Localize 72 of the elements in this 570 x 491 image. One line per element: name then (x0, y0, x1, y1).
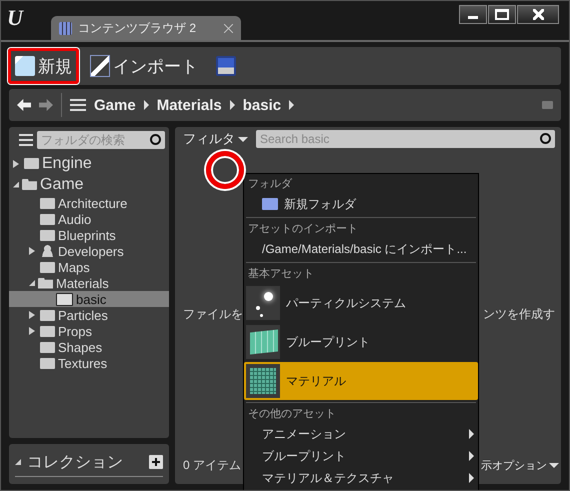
menu-item[interactable]: アニメーション (244, 423, 478, 445)
collections-label: コレクション (27, 452, 124, 472)
menu-item[interactable]: /Game/Materials/basic にインポート... (244, 238, 478, 260)
caret-icon[interactable] (289, 100, 294, 110)
submenu-arrow-icon (469, 429, 474, 439)
folder-item[interactable]: Maps (9, 259, 169, 275)
grid-icon (59, 22, 72, 34)
folder-icon (40, 198, 55, 208)
menu-item[interactable]: ブループリント (244, 323, 478, 361)
folder-search-field[interactable]: フォルダの検索 (37, 131, 165, 149)
folder-icon (40, 230, 55, 240)
view-options-dropdown[interactable]: 示オプション (481, 458, 559, 473)
folder-icon (22, 179, 37, 190)
caret-icon[interactable] (230, 100, 235, 110)
engine-logo: U (7, 5, 23, 31)
folder-item[interactable]: Particles (9, 307, 169, 323)
folder-icon (40, 310, 55, 320)
breadcrumb-link[interactable]: basic (242, 96, 282, 114)
empty-hint-text: ンツを作成す (483, 306, 555, 322)
asset-search-field[interactable]: Search basic (256, 130, 555, 148)
new-folder-icon (262, 198, 278, 210)
import-button[interactable]: インポート (86, 50, 202, 82)
highlight-circle (206, 151, 244, 189)
map-thumbnail-icon (246, 325, 280, 359)
collapsed-arrow-icon[interactable] (29, 247, 35, 255)
folder-item[interactable]: Engine (9, 153, 169, 174)
empty-hint-text: ファイルを (183, 306, 243, 322)
caret-icon[interactable] (144, 100, 149, 110)
folder-item[interactable]: Architecture (9, 195, 169, 211)
menu-item[interactable]: パーティクルシステム (244, 284, 478, 322)
menu-section-heading: 基本アセット (247, 267, 315, 282)
list-icon[interactable] (19, 134, 33, 146)
maximize-button[interactable] (488, 5, 516, 24)
breadcrumb-link[interactable]: Materials (156, 96, 222, 114)
menu-section-heading: フォルダ (247, 177, 294, 192)
folder-icon (56, 292, 73, 306)
folder-icon (40, 358, 55, 368)
folder-icon (40, 326, 55, 336)
filter-dropdown[interactable]: フィルタ (183, 130, 248, 148)
breadcrumb-link[interactable]: Game (94, 96, 136, 114)
folder-icon (40, 342, 55, 352)
menu-item[interactable]: 新規フォルダ (244, 193, 478, 215)
folder-icon (40, 214, 55, 224)
menu-item[interactable]: ブループリント (244, 445, 478, 467)
folder-item[interactable]: basic (9, 291, 169, 307)
folder-item[interactable]: Shapes (9, 339, 169, 355)
add-collection-button[interactable] (149, 455, 163, 469)
submenu-arrow-icon (469, 451, 474, 461)
close-button[interactable] (517, 5, 559, 24)
list-icon[interactable] (70, 99, 86, 111)
folder-item[interactable]: Audio (9, 211, 169, 227)
folder-icon (40, 262, 55, 272)
menu-section-heading: アセットのインポート (247, 222, 359, 237)
menu-item[interactable]: マテリアル＆テクスチャ (244, 467, 478, 489)
folder-item[interactable]: Textures (9, 355, 169, 371)
menu-section-heading: その他のアセット (247, 407, 337, 422)
sparkle-thumbnail-icon (246, 286, 280, 320)
folder-item[interactable]: Blueprints (9, 227, 169, 243)
folder-icon (38, 278, 53, 288)
menu-item[interactable]: マテリアル (244, 362, 478, 400)
minimize-button[interactable] (459, 5, 487, 24)
folder-item[interactable]: Game (9, 174, 169, 195)
folder-item[interactable]: Developers (9, 243, 169, 259)
folder-item[interactable]: Props (9, 323, 169, 339)
item-count: 0 アイテム (183, 457, 242, 474)
material-thumbnail-icon (246, 364, 280, 398)
close-tab-icon[interactable] (224, 24, 233, 32)
content-browser-tab[interactable]: コンテンツブラウザ 2 (51, 16, 241, 40)
folder-icon (24, 158, 39, 169)
folder-item[interactable]: Materials (9, 275, 169, 291)
new-button[interactable]: 新規 (11, 50, 76, 82)
submenu-arrow-icon (469, 473, 474, 483)
